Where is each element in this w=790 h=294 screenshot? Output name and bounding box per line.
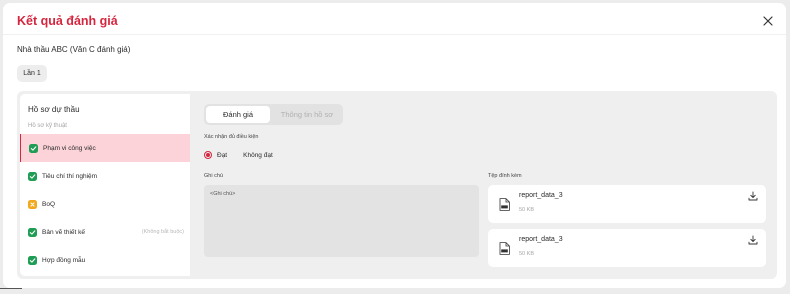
sidebar-item-design-drawings[interactable]: Bản vẽ thiết kế (Không bắt buộc): [20, 218, 190, 246]
radio-fail-label[interactable]: Không đạt: [243, 152, 273, 159]
sidebar-item-boq[interactable]: BoQ: [20, 190, 190, 218]
warning-icon: [28, 199, 37, 209]
attachment-name: report_data_3: [519, 192, 563, 199]
confirm-radio-group: Đạt Không đạt: [204, 151, 289, 159]
close-icon[interactable]: [761, 14, 775, 28]
attachment-item[interactable]: report_data_3 50 KB: [488, 229, 766, 267]
radio-pass[interactable]: [204, 151, 212, 159]
attachment-name: report_data_3: [519, 236, 563, 243]
xls-file-icon: [499, 242, 510, 255]
tab-evaluation[interactable]: Đánh giá: [206, 106, 270, 123]
check-circle-icon: [28, 255, 37, 265]
download-icon[interactable]: [748, 235, 758, 245]
attachment-item[interactable]: report_data_3 50 KB: [488, 185, 766, 223]
check-circle-icon: [28, 171, 37, 181]
confirm-label: Xác nhận đủ điều kiện: [204, 134, 259, 140]
cursor-mark: [0, 288, 22, 289]
evaluation-content: Đánh giá Thông tin hồ sơ Xác nhận đủ điề…: [190, 94, 774, 276]
check-circle-icon: [29, 143, 38, 153]
tab-bar: Đánh giá Thông tin hồ sơ: [204, 104, 343, 125]
sidebar-item-sample-contract[interactable]: Hợp đồng mẫu: [20, 246, 190, 274]
radio-pass-label[interactable]: Đạt: [217, 152, 227, 159]
evaluation-result-modal: Kết quả đánh giá Nhà thầu ABC (Văn C đán…: [3, 3, 786, 288]
sidebar-item-label: Bản vẽ thiết kế: [42, 228, 85, 236]
xls-file-icon: [499, 198, 510, 211]
sidebar-section-label: Hồ sơ kỹ thuật: [28, 123, 67, 129]
sidebar-item-label: Tiêu chí thí nghiệm: [42, 172, 98, 180]
sidebar-item-label: Hợp đồng mẫu: [42, 256, 86, 264]
optional-tag: (Không bắt buộc): [141, 229, 184, 235]
sidebar-item-label: BoQ: [42, 200, 56, 208]
modal-title: Kết quả đánh giá: [17, 14, 118, 28]
sidebar-title: Hồ sơ dự thầu: [28, 105, 80, 114]
round-button[interactable]: Lần 1: [17, 65, 47, 82]
check-circle-icon: [28, 227, 37, 237]
note-label: Ghi chú: [204, 173, 223, 179]
tab-document-info[interactable]: Thông tin hồ sơ: [272, 106, 342, 123]
document-sidebar: Hồ sơ dự thầu Hồ sơ kỹ thuật Phạm vi côn…: [20, 94, 190, 276]
attachments-label: Tệp đính kèm: [488, 173, 522, 179]
contractor-subtitle: Nhà thầu ABC (Văn C đánh giá): [17, 45, 131, 54]
sidebar-item-label: Phạm vi công việc: [43, 144, 96, 152]
sidebar-item-scope-of-work[interactable]: Phạm vi công việc: [20, 134, 190, 162]
sidebar-item-test-criteria[interactable]: Tiêu chí thí nghiệm: [20, 162, 190, 190]
header-divider: [3, 34, 786, 35]
evaluation-panel: Hồ sơ dự thầu Hồ sơ kỹ thuật Phạm vi côn…: [17, 91, 777, 279]
attachment-size: 50 KB: [519, 207, 534, 213]
download-icon[interactable]: [748, 191, 758, 201]
attachment-size: 50 KB: [519, 251, 534, 257]
note-textarea[interactable]: <Ghi chú>: [204, 185, 479, 257]
